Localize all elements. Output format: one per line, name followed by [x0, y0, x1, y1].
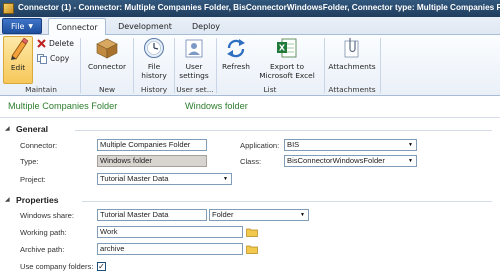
copy-button[interactable]: Copy: [37, 53, 69, 64]
svg-text:X: X: [279, 44, 286, 53]
application-value: BIS: [287, 140, 300, 149]
user-settings-icon: [182, 36, 206, 60]
file-menu-label: File: [10, 21, 25, 31]
group-label-list: List: [263, 85, 277, 94]
refresh-icon: [224, 36, 248, 60]
refresh-button[interactable]: Refresh: [218, 36, 254, 84]
excel-icon: X: [275, 36, 299, 60]
file-menu-button[interactable]: File ▼: [2, 18, 42, 34]
properties-section-title: Properties: [16, 195, 59, 205]
type-label: Type:: [20, 157, 39, 166]
app-icon: [3, 3, 14, 14]
group-label-attachments: Attachments: [328, 85, 376, 94]
delete-button[interactable]: Delete: [37, 38, 74, 49]
paperclip-icon: [340, 36, 364, 60]
checkmark-icon: ✓: [98, 262, 105, 271]
file-history-label-line2: history: [141, 71, 167, 80]
caret-down-icon: ▼: [28, 22, 33, 30]
delete-label: Delete: [49, 39, 74, 48]
tab-deploy[interactable]: Deploy: [184, 18, 228, 35]
properties-section-header[interactable]: ◢ Properties: [0, 195, 500, 206]
ribbon: Edit Delete Copy Maintain Connector New: [0, 35, 500, 96]
archive-path-field[interactable]: archive: [97, 243, 243, 255]
class-label: Class:: [240, 157, 262, 166]
use-company-folders-checkbox[interactable]: ✓: [97, 262, 106, 271]
general-section-title: General: [16, 124, 49, 134]
group-label-user-settings: User set...: [176, 85, 214, 94]
type-field: Windows folder: [97, 155, 207, 167]
box-icon: [95, 36, 119, 60]
class-value: BisConnectorWindowsFolder: [287, 156, 385, 165]
title-bar: Connector (1) - Connector: Multiple Comp…: [0, 0, 500, 17]
record-header: Multiple Companies Folder Windows folder: [0, 96, 500, 118]
group-label-history: History: [140, 85, 168, 94]
windows-share-kind-value: Folder: [212, 210, 234, 219]
ribbon-separator: [216, 38, 217, 93]
export-to-excel-button[interactable]: X Export to Microsoft Excel: [252, 36, 322, 84]
group-label-new: New: [98, 85, 116, 94]
working-path-field[interactable]: Work: [97, 226, 243, 238]
ribbon-separator: [133, 38, 134, 93]
user-settings-label-line2: settings: [179, 71, 209, 80]
attachments-button[interactable]: Attachments: [326, 36, 378, 84]
connector-field[interactable]: Multiple Companies Folder: [97, 139, 207, 151]
archive-path-label: Archive path:: [20, 245, 65, 254]
export-label-line1: Export to: [270, 62, 304, 71]
ribbon-separator: [380, 38, 381, 93]
collapse-icon[interactable]: ◢: [5, 196, 12, 203]
dropdown-arrow-icon[interactable]: ▼: [298, 211, 307, 219]
dropdown-arrow-icon[interactable]: ▼: [406, 141, 415, 149]
folder-browse-icon[interactable]: [246, 244, 258, 254]
connector-label: Connector: [87, 62, 127, 71]
history-icon: [142, 36, 166, 60]
file-history-button[interactable]: File history: [136, 36, 172, 84]
copy-label: Copy: [50, 54, 70, 63]
tab-connector[interactable]: Connector: [48, 18, 106, 36]
section-divider: [75, 130, 492, 131]
new-connector-button[interactable]: Connector: [84, 36, 130, 84]
refresh-label: Refresh: [222, 62, 250, 71]
application-label: Application:: [240, 141, 280, 150]
connector-label: Connector:: [20, 141, 58, 150]
ribbon-separator: [80, 38, 81, 93]
windows-share-label: Windows share:: [20, 211, 75, 220]
ribbon-separator: [324, 38, 325, 93]
header-connector-type: Windows folder: [185, 101, 248, 111]
attachments-label: Attachments: [328, 62, 376, 71]
section-divider: [82, 201, 492, 202]
folder-browse-icon[interactable]: [246, 227, 258, 237]
user-settings-label-line1: User: [185, 62, 203, 71]
application-select[interactable]: BIS ▼: [284, 139, 417, 151]
project-value: Tutorial Master Data: [100, 174, 169, 183]
group-label-maintain: Maintain: [25, 85, 57, 94]
tab-development[interactable]: Development: [110, 18, 180, 35]
export-label-line2: Microsoft Excel: [259, 71, 315, 80]
delete-x-icon: [37, 39, 46, 48]
window-title: Connector (1) - Connector: Multiple Comp…: [18, 3, 500, 12]
dropdown-arrow-icon[interactable]: ▼: [221, 175, 230, 183]
use-company-folders-label: Use company folders:: [20, 262, 94, 271]
user-settings-button[interactable]: User settings: [176, 36, 212, 84]
edit-button[interactable]: Edit: [3, 36, 33, 84]
windows-share-field[interactable]: Tutorial Master Data: [97, 209, 207, 221]
class-select[interactable]: BisConnectorWindowsFolder ▼: [284, 155, 417, 167]
collapse-icon[interactable]: ◢: [5, 125, 12, 132]
dropdown-arrow-icon[interactable]: ▼: [406, 157, 415, 165]
edit-label: Edit: [10, 63, 26, 72]
header-connector-name: Multiple Companies Folder: [8, 101, 118, 111]
working-path-label: Working path:: [20, 228, 67, 237]
general-section-header[interactable]: ◢ General: [0, 124, 500, 135]
file-history-label-line1: File: [147, 62, 161, 71]
project-label: Project:: [20, 175, 46, 184]
ribbon-tab-row: File ▼ Connector Development Deploy: [0, 17, 500, 36]
pencil-icon: [6, 37, 30, 61]
copy-icon: [37, 53, 47, 64]
project-select[interactable]: Tutorial Master Data ▼: [97, 173, 232, 185]
windows-share-kind-select[interactable]: Folder ▼: [209, 209, 309, 221]
